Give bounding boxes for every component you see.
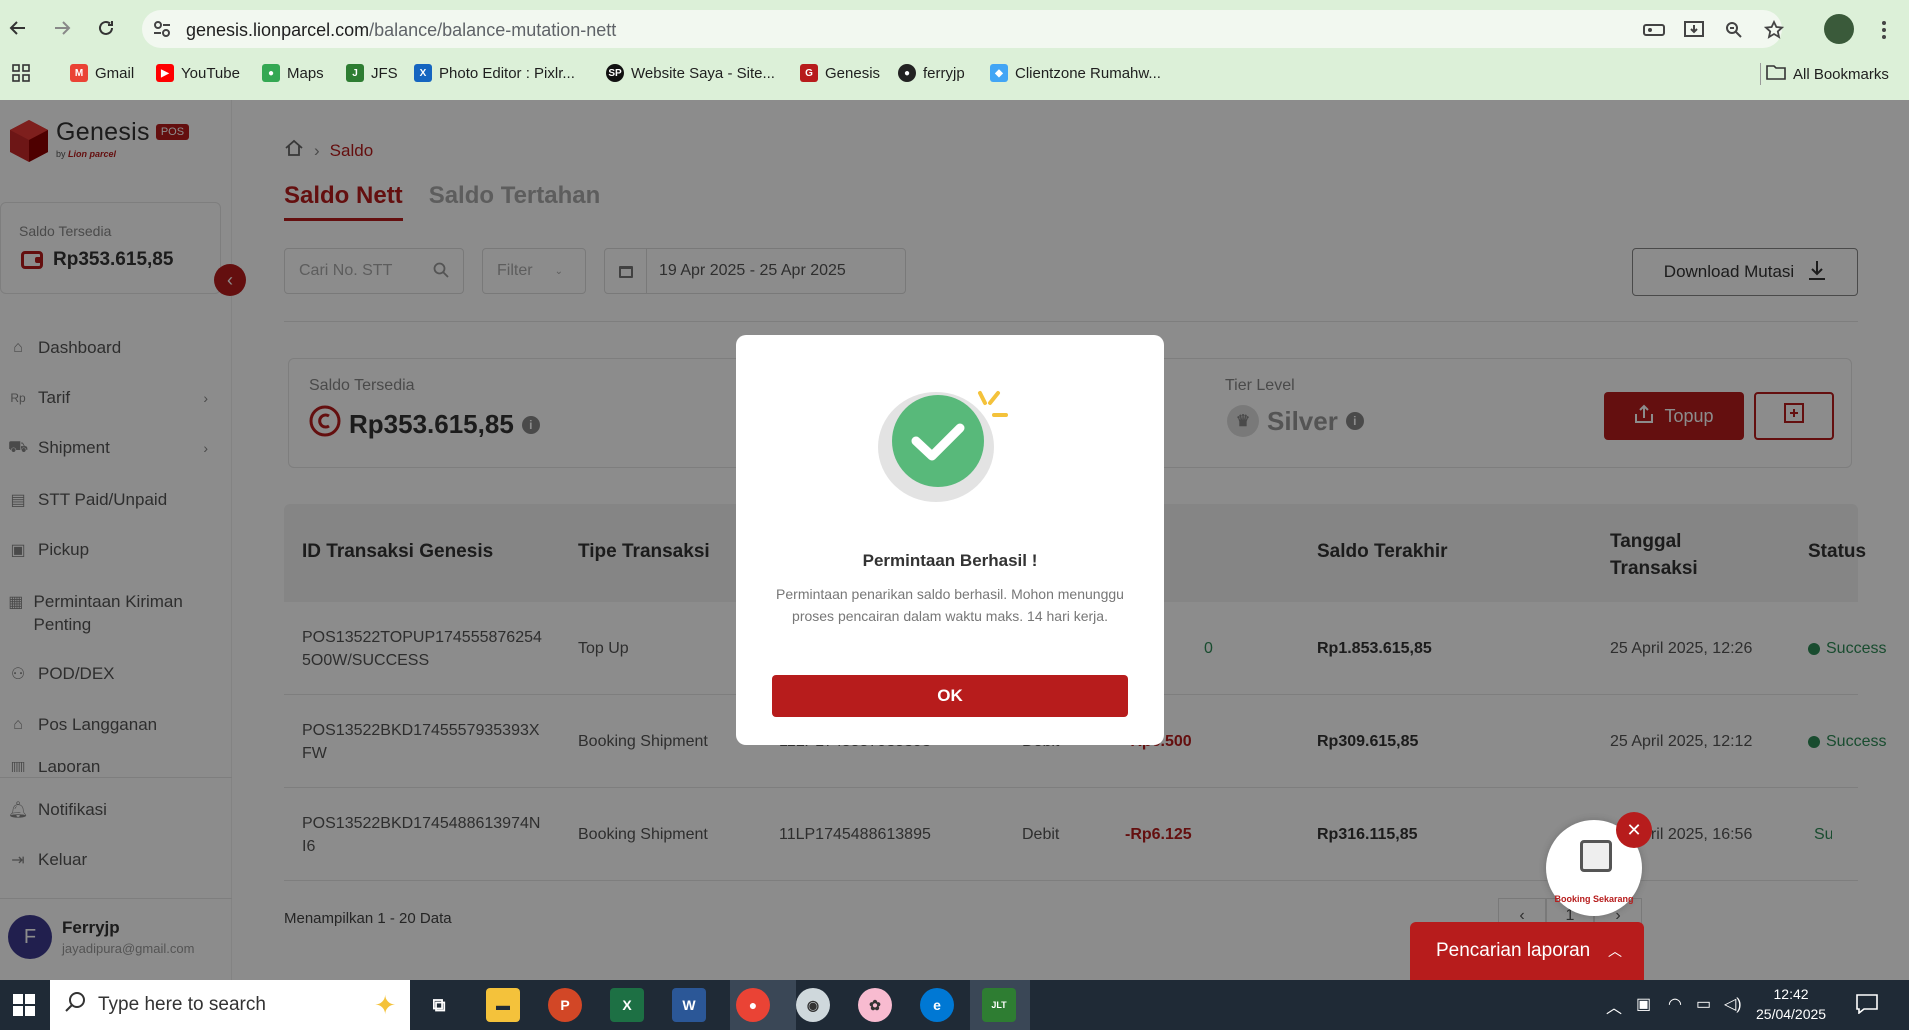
clientzone-icon: ◆ <box>990 64 1008 82</box>
bookmark-genesis[interactable]: G Genesis <box>800 64 880 82</box>
maps-icon: ● <box>262 64 280 82</box>
notifications-icon[interactable] <box>1856 994 1878 1019</box>
bookmark-jfs[interactable]: J JFS <box>346 64 398 82</box>
app: Genesis by Lion parcel POS Saldo Tersedi… <box>0 100 1909 980</box>
file-explorer-icon[interactable]: ▬ <box>486 988 520 1022</box>
website-icon: SP <box>606 64 624 82</box>
gmail-icon: M <box>70 64 88 82</box>
tray-chevron-up-icon[interactable]: ︿ <box>1606 994 1622 1018</box>
all-bookmarks[interactable]: All Bookmarks <box>1766 64 1889 84</box>
camera-app-icon[interactable]: ◉ <box>796 988 830 1022</box>
taskbar-search[interactable]: Type here to search ✦ <box>50 980 410 1030</box>
genesis-icon: G <box>800 64 818 82</box>
bookmark-pixlr[interactable]: X Photo Editor : Pixlr... <box>414 64 575 82</box>
password-key-icon[interactable] <box>1642 18 1666 42</box>
tray-monitor-icon[interactable]: ▣ <box>1636 994 1651 1014</box>
menu-dots-icon[interactable] <box>1872 18 1896 42</box>
bookmark-star-icon[interactable] <box>1762 18 1786 42</box>
taskbar: Type here to search ✦ ⧉ ▬ P X W ● ◉ ✿ e … <box>0 980 1909 1030</box>
forward-icon[interactable] <box>48 14 76 42</box>
browser-chrome: genesis.lionparcel.com/balance/balance-m… <box>0 0 1909 100</box>
chevron-up-icon: ︿ <box>1608 943 1622 959</box>
github-icon: ● <box>898 64 916 82</box>
site-info-icon[interactable] <box>152 19 172 39</box>
windows-start-icon[interactable] <box>0 980 48 1030</box>
task-view-icon[interactable]: ⧉ <box>422 988 456 1022</box>
bookmark-ferryjp[interactable]: ● ferryjp <box>898 64 965 82</box>
modal-message: Permintaan penarikan saldo berhasil. Moh… <box>776 586 1124 624</box>
photo-app-icon[interactable]: ✿ <box>858 988 892 1022</box>
install-app-icon[interactable] <box>1682 18 1706 42</box>
ok-button[interactable]: OK <box>772 675 1128 717</box>
bookmark-website[interactable]: SP Website Saya - Site... <box>606 64 775 82</box>
folder-icon <box>1766 64 1786 84</box>
success-modal: Permintaan Berhasil ! Permintaan penarik… <box>736 335 1164 745</box>
clock[interactable]: 12:42 25/04/2025 <box>1756 984 1826 1024</box>
excel-icon[interactable]: X <box>610 988 644 1022</box>
wifi-icon[interactable]: ◠ <box>1668 994 1682 1014</box>
back-icon[interactable] <box>4 14 32 42</box>
bookmark-clientzone[interactable]: ◆ Clientzone Rumahw... <box>990 64 1161 82</box>
edge-icon[interactable]: e <box>920 988 954 1022</box>
youtube-icon: ▶ <box>156 64 174 82</box>
word-icon[interactable]: W <box>672 988 706 1022</box>
success-check-icon <box>866 379 1026 502</box>
bookmark-maps[interactable]: ● Maps <box>262 64 324 82</box>
apps-grid-icon[interactable] <box>12 64 30 82</box>
chrome-icon[interactable]: ● <box>736 988 770 1022</box>
close-icon[interactable]: ✕ <box>1616 812 1652 848</box>
url-text: genesis.lionparcel.com/balance/balance-m… <box>186 20 617 40</box>
powerpoint-icon[interactable]: P <box>548 988 582 1022</box>
zoom-icon[interactable] <box>1722 18 1746 42</box>
bookmarks-bar: M Gmail ▶ YouTube ● Maps J JFS X Photo Editor… <box>0 60 1909 88</box>
battery-icon[interactable]: ▭ <box>1696 994 1711 1014</box>
pencarian-laporan-bar[interactable]: Pencarian laporan ︿ <box>1410 922 1644 980</box>
address-bar[interactable]: genesis.lionparcel.com/balance/balance-m… <box>142 10 1782 48</box>
sparkle-icon: ✦ <box>374 989 396 1020</box>
volume-icon[interactable]: ◁) <box>1724 994 1742 1014</box>
pixlr-icon: X <box>414 64 432 82</box>
bookmark-youtube[interactable]: ▶ YouTube <box>156 64 240 82</box>
profile-avatar-icon[interactable] <box>1824 14 1854 44</box>
jfs-icon: J <box>346 64 364 82</box>
box-icon <box>1580 840 1612 872</box>
reload-icon[interactable] <box>92 14 120 42</box>
bookmark-gmail[interactable]: M Gmail <box>70 64 134 82</box>
search-icon <box>64 991 86 1019</box>
jlt-app-icon[interactable]: JLT <box>982 988 1016 1022</box>
modal-title: Permintaan Berhasil ! <box>862 551 1038 570</box>
